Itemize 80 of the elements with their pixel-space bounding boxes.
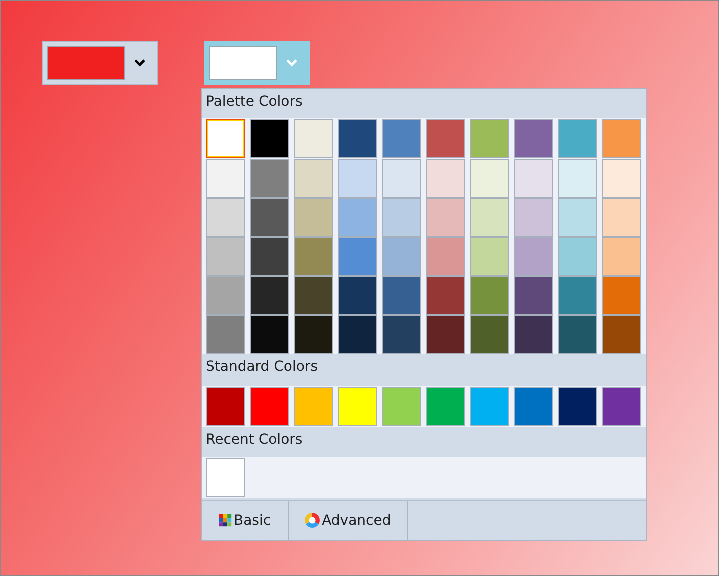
- color-swatch[interactable]: [426, 237, 465, 276]
- color-grid-icon: [219, 514, 232, 527]
- color-swatch[interactable]: [426, 198, 465, 237]
- color-swatch[interactable]: [338, 276, 377, 315]
- color-picker[interactable]: [204, 41, 310, 85]
- color-swatch[interactable]: [250, 198, 289, 237]
- color-swatch[interactable]: [426, 387, 465, 426]
- color-swatch[interactable]: [602, 198, 641, 237]
- color-swatch[interactable]: [206, 119, 245, 158]
- color-swatch[interactable]: [470, 119, 509, 158]
- color-swatch[interactable]: [382, 276, 421, 315]
- color-swatch[interactable]: [602, 387, 641, 426]
- color-swatch[interactable]: [558, 119, 597, 158]
- color-swatch[interactable]: [558, 387, 597, 426]
- color-swatch[interactable]: [294, 119, 333, 158]
- color-swatch[interactable]: [338, 119, 377, 158]
- color-swatch[interactable]: [470, 198, 509, 237]
- section-title: Palette Colors: [206, 94, 303, 110]
- color-swatch[interactable]: [294, 159, 333, 198]
- color-swatch[interactable]: [602, 119, 641, 158]
- color-picker[interactable]: [42, 41, 158, 85]
- color-swatch[interactable]: [470, 276, 509, 315]
- color-swatch[interactable]: [382, 315, 421, 354]
- color-swatch[interactable]: [558, 276, 597, 315]
- color-swatch[interactable]: [602, 237, 641, 276]
- color-swatch[interactable]: [470, 387, 509, 426]
- color-swatch[interactable]: [338, 387, 377, 426]
- chevron-down-icon: [286, 59, 298, 67]
- color-swatch[interactable]: [250, 315, 289, 354]
- color-swatch[interactable]: [294, 315, 333, 354]
- color-swatch[interactable]: [602, 159, 641, 198]
- color-swatch[interactable]: [558, 237, 597, 276]
- color-swatch[interactable]: [470, 159, 509, 198]
- color-swatch[interactable]: [250, 159, 289, 198]
- color-swatch[interactable]: [426, 315, 465, 354]
- color-swatch[interactable]: [382, 387, 421, 426]
- color-swatch[interactable]: [250, 119, 289, 158]
- section-title: Recent Colors: [206, 432, 303, 448]
- color-swatch[interactable]: [206, 198, 245, 237]
- color-swatch[interactable]: [382, 159, 421, 198]
- color-swatch[interactable]: [558, 159, 597, 198]
- color-swatch[interactable]: [338, 198, 377, 237]
- color-swatch[interactable]: [338, 315, 377, 354]
- color-swatch[interactable]: [206, 276, 245, 315]
- color-swatch[interactable]: [470, 237, 509, 276]
- color-swatch[interactable]: [514, 159, 553, 198]
- color-swatch[interactable]: [514, 198, 553, 237]
- color-swatch[interactable]: [382, 198, 421, 237]
- color-swatch[interactable]: [206, 315, 245, 354]
- color-wheel-icon: [305, 513, 320, 528]
- color-swatch[interactable]: [250, 387, 289, 426]
- color-swatch[interactable]: [426, 159, 465, 198]
- color-swatch[interactable]: [382, 237, 421, 276]
- color-swatch[interactable]: [294, 237, 333, 276]
- section-title: Standard Colors: [206, 359, 318, 375]
- color-swatch[interactable]: [558, 315, 597, 354]
- color-swatch[interactable]: [206, 458, 245, 497]
- color-swatch[interactable]: [514, 276, 553, 315]
- color-swatch[interactable]: [426, 276, 465, 315]
- color-swatch[interactable]: [426, 119, 465, 158]
- color-swatch[interactable]: [470, 315, 509, 354]
- color-swatch[interactable]: [382, 119, 421, 158]
- color-swatch[interactable]: [250, 237, 289, 276]
- color-swatch[interactable]: [338, 159, 377, 198]
- color-swatch[interactable]: [514, 237, 553, 276]
- color-swatch[interactable]: [250, 276, 289, 315]
- color-swatch[interactable]: [514, 315, 553, 354]
- color-swatch[interactable]: [514, 387, 553, 426]
- color-swatch[interactable]: [294, 387, 333, 426]
- color-swatch[interactable]: [602, 315, 641, 354]
- chevron-down-icon: [134, 59, 146, 67]
- color-swatch[interactable]: [602, 276, 641, 315]
- color-swatch[interactable]: [294, 198, 333, 237]
- color-swatch[interactable]: [514, 119, 553, 158]
- color-swatch[interactable]: [206, 237, 245, 276]
- color-swatch[interactable]: [206, 387, 245, 426]
- color-swatch[interactable]: [338, 237, 377, 276]
- color-swatch[interactable]: [294, 276, 333, 315]
- color-swatch[interactable]: [206, 159, 245, 198]
- color-swatch[interactable]: [558, 198, 597, 237]
